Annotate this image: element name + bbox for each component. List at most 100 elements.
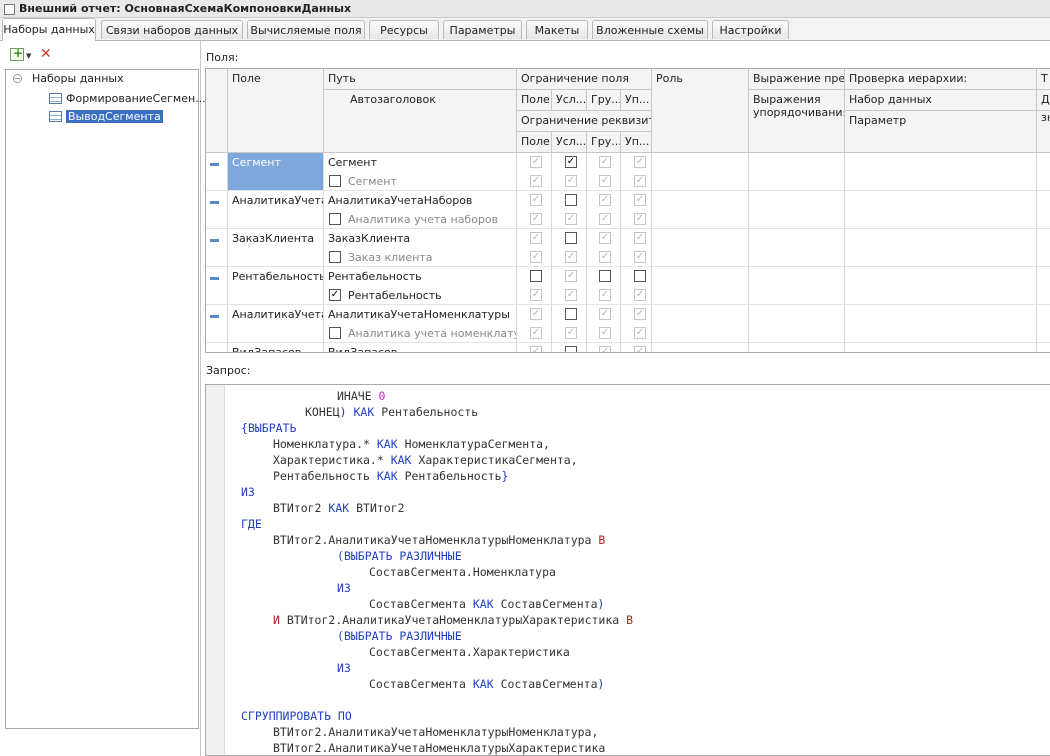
query-line[interactable]: {ВЫБРАТЬ xyxy=(241,420,633,436)
path-cell[interactable]: ВидЗапасов xyxy=(324,343,517,352)
path-cell[interactable]: АналитикаУчетаНаборов xyxy=(324,191,517,210)
query-line[interactable]: ИЗ xyxy=(241,484,633,500)
header-field-restriction[interactable]: Ограничение поля xyxy=(517,69,652,90)
attr-restriction-checkbox[interactable]: ✓ xyxy=(565,175,577,187)
attr-restriction-checkbox[interactable]: ✓ xyxy=(530,251,542,263)
header-order-expression[interactable]: Выражения упорядочивания xyxy=(749,90,845,153)
header-restriction-order[interactable]: Уп... xyxy=(621,90,652,111)
field-restriction-checkbox[interactable] xyxy=(565,308,577,320)
field-restriction-checkbox[interactable]: ✓ xyxy=(599,232,611,244)
field-restriction-checkbox[interactable] xyxy=(565,194,577,206)
role-cell[interactable] xyxy=(652,267,749,305)
header-restriction-field[interactable]: Поле xyxy=(517,90,552,111)
header-dataset[interactable]: Набор данных xyxy=(845,90,1037,111)
attr-restriction-checkbox[interactable]: ✓ xyxy=(565,289,577,301)
hierarchy-cell[interactable] xyxy=(845,153,1037,191)
query-line[interactable]: ВТИтог2.АналитикаУчетаНоменклатурыНоменк… xyxy=(241,724,633,740)
expression-cell[interactable] xyxy=(749,343,845,352)
query-line[interactable]: (ВЫБРАТЬ РАЗЛИЧНЫЕ xyxy=(241,548,633,564)
query-line[interactable]: ИЗ xyxy=(241,660,633,676)
path-cell[interactable]: ЗаказКлиента xyxy=(324,229,517,248)
expression-cell[interactable] xyxy=(749,191,845,229)
role-cell[interactable] xyxy=(652,343,749,352)
tab-nested-schemas[interactable]: Вложенные схемы xyxy=(592,20,708,39)
row-marker[interactable] xyxy=(206,305,228,343)
query-editor[interactable]: ИНАЧЕ 0 КОНЕЦ) КАК Рентабельность {ВЫБРАТЬ… xyxy=(205,384,1050,756)
header-extra-2[interactable]: зн xyxy=(1037,111,1050,153)
field-restriction-checkbox[interactable]: ✓ xyxy=(599,194,611,206)
query-line[interactable]: КОНЕЦ) КАК Рентабельность xyxy=(241,404,633,420)
autotitle-cell[interactable]: ✓ Рентабельность xyxy=(324,286,517,305)
row-marker[interactable] xyxy=(206,229,228,267)
row-marker[interactable] xyxy=(206,343,228,352)
field-cell[interactable]: ВидЗапасов xyxy=(228,343,324,352)
attr-restriction-checkbox[interactable]: ✓ xyxy=(599,251,611,263)
header-hierarchy[interactable]: Проверка иерархии: xyxy=(845,69,1037,90)
header-restriction-cond[interactable]: Усл... xyxy=(552,90,587,111)
attr-restriction-checkbox[interactable]: ✓ xyxy=(530,327,542,339)
extra-cell[interactable] xyxy=(1037,343,1050,352)
header-extra[interactable]: Д xyxy=(1037,90,1050,111)
expression-cell[interactable] xyxy=(749,229,845,267)
attr-restriction-checkbox[interactable]: ✓ xyxy=(599,327,611,339)
extra-cell[interactable] xyxy=(1037,305,1050,343)
hierarchy-cell[interactable] xyxy=(845,267,1037,305)
field-restriction-checkbox[interactable] xyxy=(565,232,577,244)
field-restriction-checkbox[interactable]: ✓ xyxy=(634,156,646,168)
query-line[interactable]: ИНАЧЕ 0 xyxy=(241,388,633,404)
tab-resources[interactable]: Ресурсы xyxy=(369,20,439,39)
query-line[interactable] xyxy=(241,692,633,708)
extra-cell[interactable] xyxy=(1037,229,1050,267)
attr-restriction-checkbox[interactable]: ✓ xyxy=(634,213,646,225)
field-restriction-checkbox[interactable] xyxy=(565,346,577,352)
hierarchy-cell[interactable] xyxy=(845,191,1037,229)
attr-restriction-checkbox[interactable]: ✓ xyxy=(565,327,577,339)
field-restriction-checkbox[interactable] xyxy=(599,270,611,282)
autotitle-checkbox[interactable] xyxy=(329,327,341,339)
field-restriction-checkbox[interactable]: ✓ xyxy=(565,156,577,168)
role-cell[interactable] xyxy=(652,191,749,229)
attr-restriction-checkbox[interactable]: ✓ xyxy=(599,289,611,301)
role-cell[interactable] xyxy=(652,229,749,267)
hierarchy-cell[interactable] xyxy=(845,343,1037,352)
query-line[interactable]: ВТИтог2.АналитикаУчетаНоменклатурыНоменк… xyxy=(241,532,633,548)
query-line[interactable]: СГРУППИРОВАТЬ ПО xyxy=(241,708,633,724)
query-text[interactable]: ИНАЧЕ 0 КОНЕЦ) КАК Рентабельность {ВЫБРАТЬ… xyxy=(241,388,633,755)
tab-settings[interactable]: Настройки xyxy=(712,20,789,39)
field-restriction-checkbox[interactable]: ✓ xyxy=(530,194,542,206)
autotitle-cell[interactable]: Аналитика учета наборов xyxy=(324,210,517,229)
header-field[interactable]: Поле xyxy=(228,69,324,153)
delete-icon[interactable]: ✕ xyxy=(40,46,52,62)
field-restriction-checkbox[interactable]: ✓ xyxy=(530,346,542,352)
field-restriction-checkbox[interactable]: ✓ xyxy=(599,156,611,168)
attr-restriction-checkbox[interactable]: ✓ xyxy=(565,251,577,263)
autotitle-cell[interactable]: Заказ клиента xyxy=(324,248,517,267)
row-marker[interactable] xyxy=(206,267,228,305)
field-restriction-checkbox[interactable]: ✓ xyxy=(530,232,542,244)
extra-cell[interactable] xyxy=(1037,267,1050,305)
query-line[interactable]: СоставСегмента КАК СоставСегмента) xyxy=(241,676,633,692)
field-restriction-checkbox[interactable]: ✓ xyxy=(530,156,542,168)
query-line[interactable]: СоставСегмента.Характеристика xyxy=(241,644,633,660)
header-attr-order[interactable]: Уп... xyxy=(621,132,652,153)
field-restriction-checkbox[interactable]: ✓ xyxy=(530,308,542,320)
autotitle-cell[interactable]: Аналитика учета номенклатур... xyxy=(324,324,517,343)
attr-restriction-checkbox[interactable]: ✓ xyxy=(599,175,611,187)
query-line[interactable]: ИЗ xyxy=(241,580,633,596)
query-line[interactable]: И ВТИтог2.АналитикаУчетаНоменклатурыХара… xyxy=(241,612,633,628)
header-attr-group[interactable]: Гру... xyxy=(587,132,621,153)
expression-cell[interactable] xyxy=(749,153,845,191)
path-cell[interactable]: Рентабельность xyxy=(324,267,517,286)
field-cell[interactable]: АналитикаУчета xyxy=(228,305,324,343)
role-cell[interactable] xyxy=(652,305,749,343)
tab-templates[interactable]: Макеты xyxy=(526,20,588,39)
query-line[interactable]: ГДЕ xyxy=(241,516,633,532)
header-attr-restriction[interactable]: Ограничение реквизитов xyxy=(517,111,652,132)
tab-parameters[interactable]: Параметры xyxy=(443,20,522,39)
field-restriction-checkbox[interactable]: ✓ xyxy=(599,346,611,352)
field-cell[interactable]: Сегмент xyxy=(228,153,324,191)
path-cell[interactable]: Сегмент xyxy=(324,153,517,172)
chevron-down-icon[interactable]: ▼ xyxy=(26,52,31,60)
header-type[interactable]: Т xyxy=(1037,69,1050,90)
expression-cell[interactable] xyxy=(749,305,845,343)
